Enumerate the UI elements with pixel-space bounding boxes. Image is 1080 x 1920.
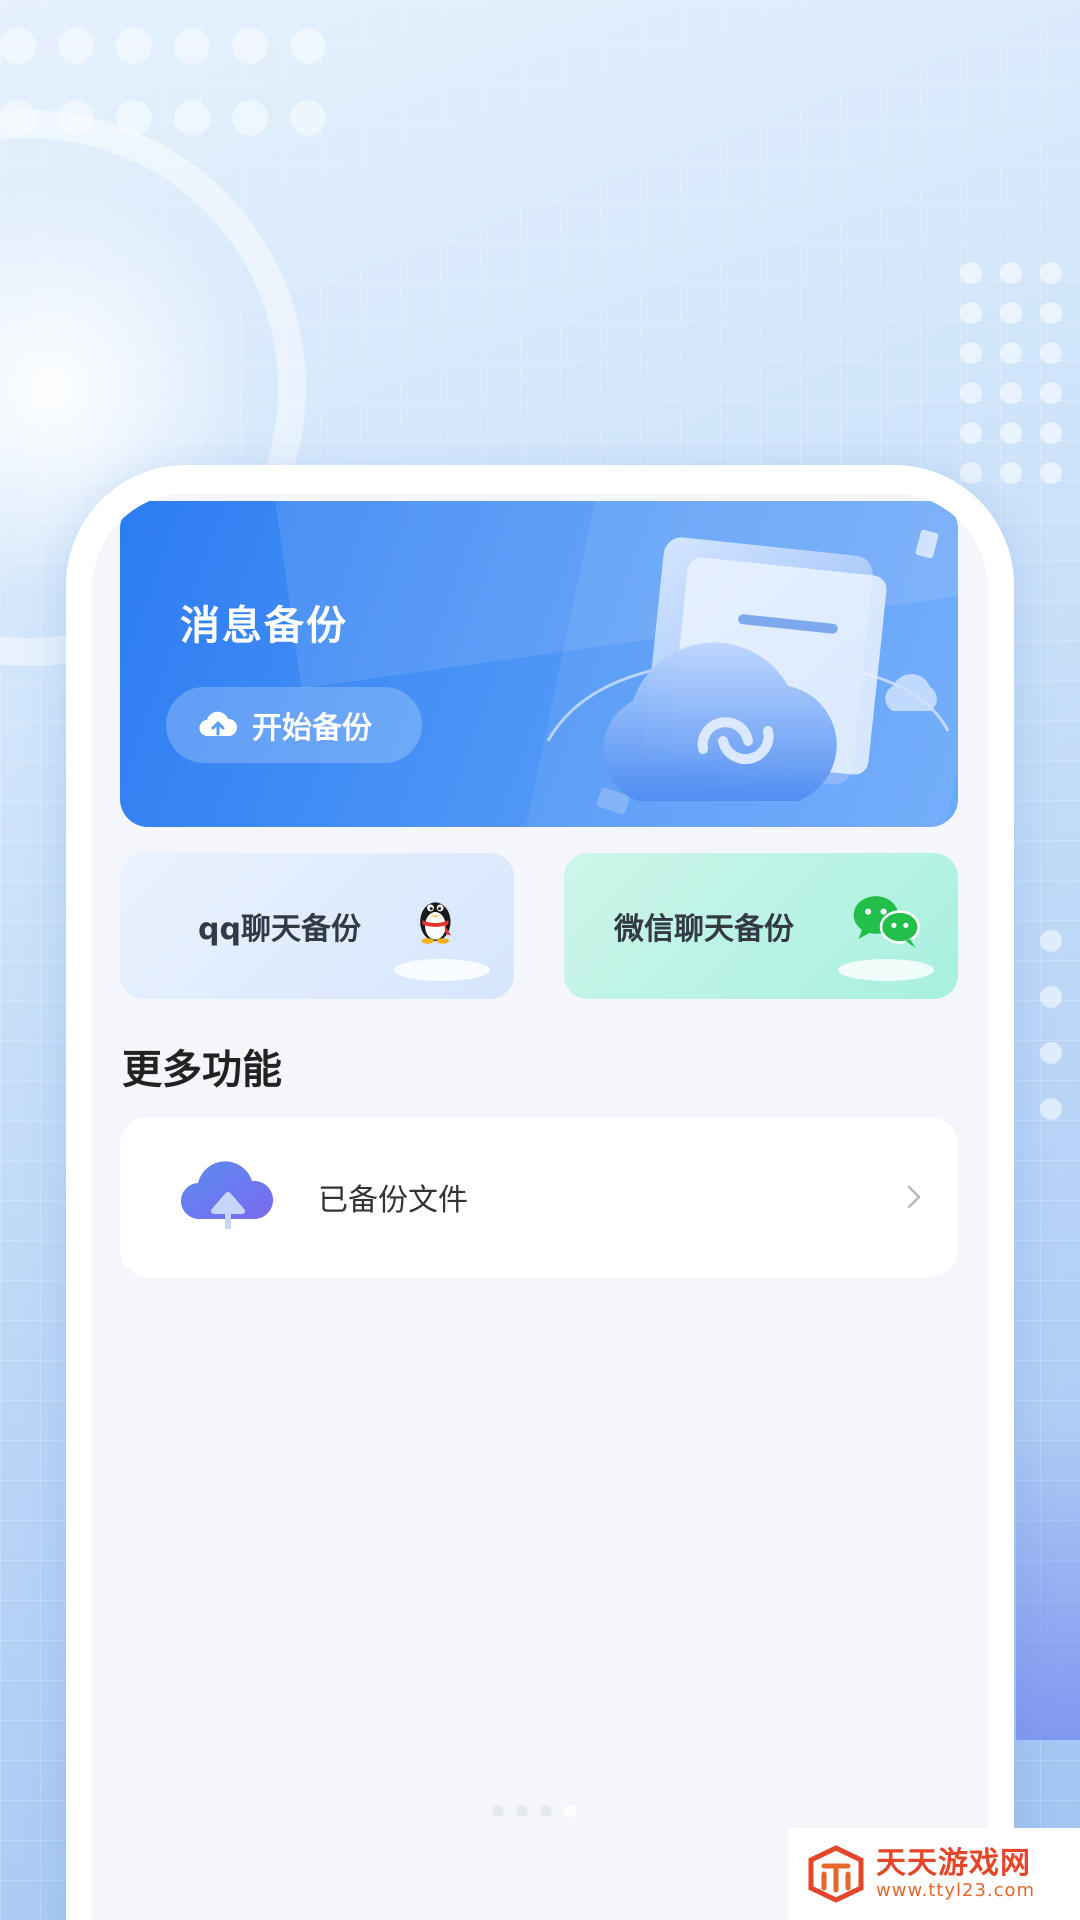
- backed-up-files-item[interactable]: 已备份文件: [120, 1117, 958, 1277]
- message-backup-banner[interactable]: 消息备份 开始备份: [120, 501, 958, 827]
- more-features-title: 更多功能: [122, 1047, 282, 1093]
- backed-up-files-label: 已备份文件: [318, 1183, 468, 1218]
- start-backup-button[interactable]: 开始备份: [166, 687, 422, 763]
- qq-penguin-icon: [420, 902, 452, 944]
- cloud-upload-large-icon: [180, 1161, 274, 1229]
- watermark: 天天游戏网 www.ttyl23.com: [788, 1828, 1080, 1920]
- banner-title: 消息备份: [180, 603, 348, 649]
- cloud-folder-illustration: [546, 529, 950, 815]
- watermark-url: www.ttyl23.com: [876, 1880, 1036, 1901]
- qq-chat-backup-card[interactable]: qq聊天备份: [120, 853, 514, 999]
- wechat-chat-backup-card[interactable]: 微信聊天备份: [564, 853, 958, 999]
- cloud-upload-icon: [199, 711, 238, 737]
- watermark-logo: [808, 1845, 864, 1903]
- app-background: 消息备份 开始备份 qq聊天备份 微信聊天备份 更多功能 已备份文件 天天游戏网…: [0, 0, 1080, 1920]
- qq-chat-backup-label: qq聊天备份: [198, 912, 361, 947]
- wechat-icon: [853, 896, 920, 948]
- page-indicator: [492, 1805, 576, 1817]
- watermark-name: 天天游戏网: [876, 1846, 1031, 1881]
- wechat-chat-backup-label: 微信聊天备份: [614, 912, 794, 947]
- decorative-side-gradient: [1016, 1420, 1080, 1740]
- decorative-dots-top: [0, 28, 326, 136]
- decorative-dots-right-lower: [1040, 930, 1062, 1120]
- decorative-dots-right: [960, 262, 1062, 484]
- chevron-right-icon: [907, 1185, 921, 1209]
- phone-screen: 消息备份 开始备份 qq聊天备份 微信聊天备份 更多功能 已备份文件: [92, 493, 988, 1920]
- start-backup-label: 开始备份: [252, 711, 372, 746]
